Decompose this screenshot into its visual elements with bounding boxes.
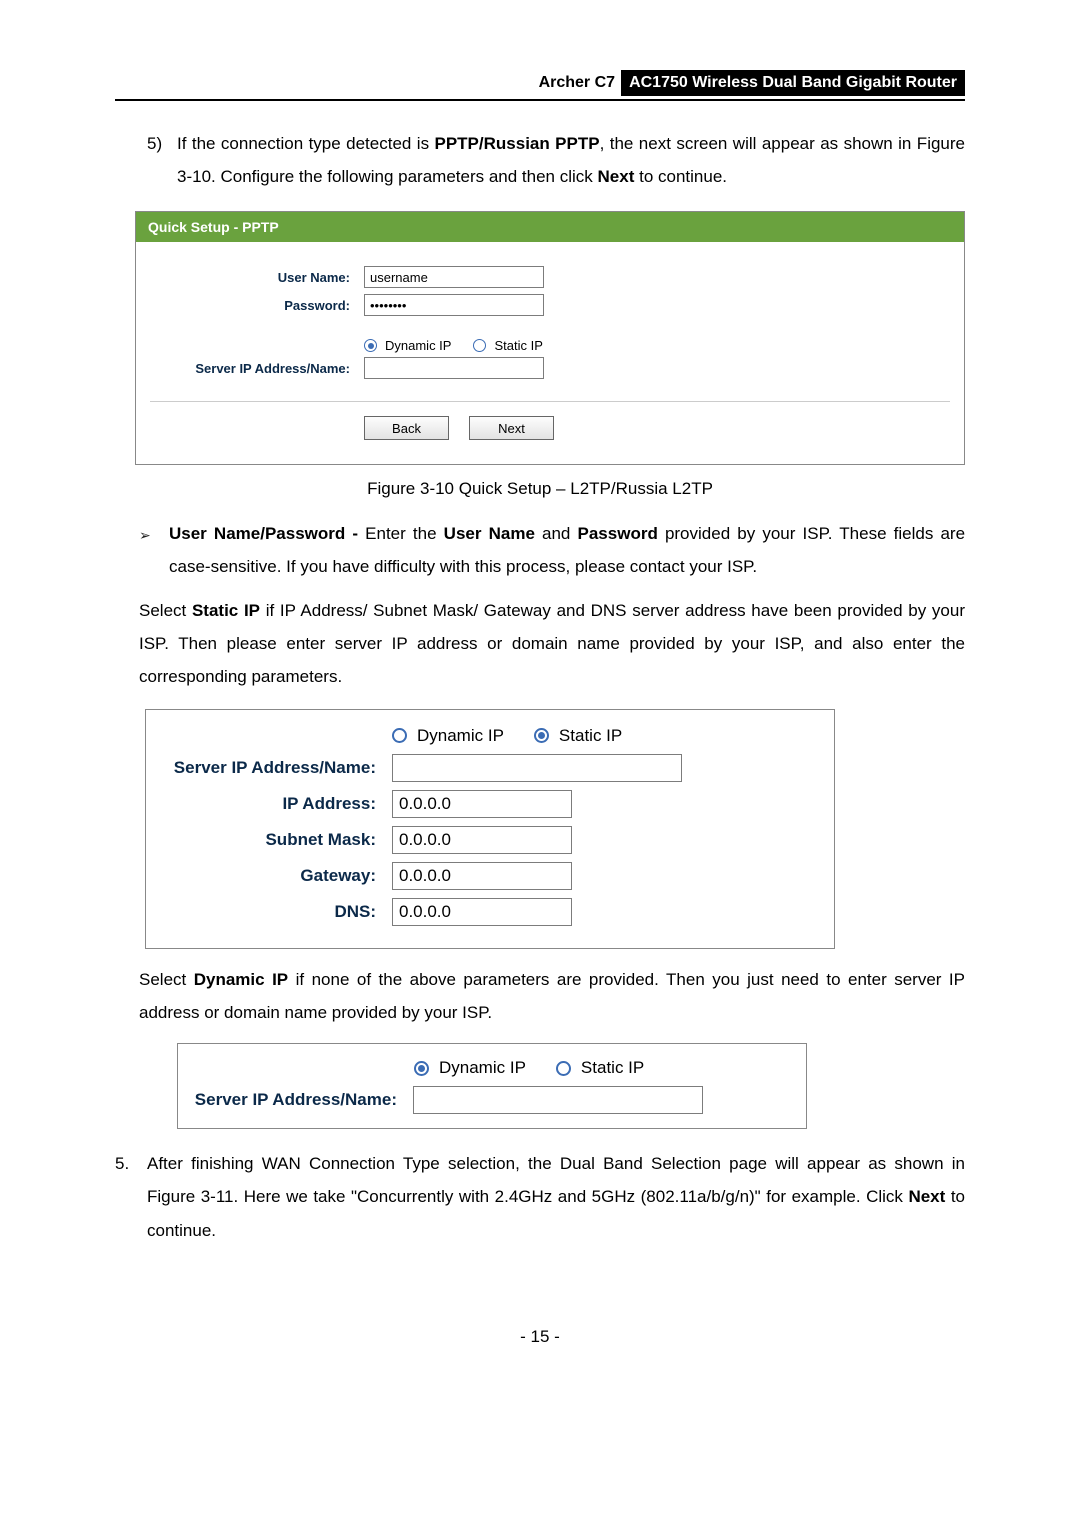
static-ip-radio[interactable] xyxy=(473,339,486,352)
text-bold: Password xyxy=(578,524,658,543)
dynamic-ip-radio[interactable] xyxy=(414,1061,429,1076)
static-ip-label: Static IP xyxy=(494,338,542,353)
figure-dynamic-panel: Dynamic IP Static IP Server IP Address/N… xyxy=(177,1043,807,1129)
gateway-input[interactable] xyxy=(392,862,572,890)
dns-label: DNS: xyxy=(160,902,376,922)
para-static-ip: Select Static IP if IP Address/ Subnet M… xyxy=(139,594,965,693)
dynamic-ip-radio[interactable] xyxy=(392,728,407,743)
text: Select xyxy=(139,970,194,989)
username-input[interactable] xyxy=(364,266,544,288)
text-bold: Next xyxy=(598,167,635,186)
server-ip-input[interactable] xyxy=(392,754,682,782)
chevron-icon: ➢ xyxy=(139,517,169,583)
subnet-mask-label: Subnet Mask: xyxy=(160,830,376,850)
text: and xyxy=(535,524,578,543)
dynamic-ip-label: Dynamic IP xyxy=(417,726,504,746)
page-header: Archer C7 AC1750 Wireless Dual Band Giga… xyxy=(115,70,965,101)
server-ip-label: Server IP Address/Name: xyxy=(160,758,376,778)
static-ip-radio[interactable] xyxy=(556,1061,571,1076)
panel-title: Quick Setup - PPTP xyxy=(136,212,964,242)
dynamic-ip-label: Dynamic IP xyxy=(439,1058,526,1078)
dynamic-ip-label: Dynamic IP xyxy=(385,338,451,353)
next-button[interactable]: Next xyxy=(469,416,554,440)
static-ip-radio[interactable] xyxy=(534,728,549,743)
text: if IP Address/ Subnet Mask/ Gateway and … xyxy=(139,601,965,686)
ip-address-label: IP Address: xyxy=(160,794,376,814)
step-5-main: 5. After finishing WAN Connection Type s… xyxy=(115,1147,965,1246)
bullet-user-password: ➢ User Name/Password - Enter the User Na… xyxy=(139,517,965,583)
text-bold: Next xyxy=(908,1187,945,1206)
back-button[interactable]: Back xyxy=(364,416,449,440)
static-ip-label: Static IP xyxy=(559,726,622,746)
divider xyxy=(150,401,950,402)
step-number: 5. xyxy=(115,1147,145,1246)
server-ip-label: Server IP Address/Name: xyxy=(192,1090,397,1110)
text-bold: Static IP xyxy=(192,601,260,620)
dns-input[interactable] xyxy=(392,898,572,926)
substep-number: 5) xyxy=(147,127,177,193)
text: Enter the xyxy=(365,524,444,543)
header-model: Archer C7 xyxy=(539,74,615,92)
substep-5: 5) If the connection type detected is PP… xyxy=(147,127,965,193)
dynamic-ip-radio[interactable] xyxy=(364,339,377,352)
text-bold: Dynamic IP xyxy=(194,970,288,989)
username-label: User Name: xyxy=(150,270,350,285)
gateway-label: Gateway: xyxy=(160,866,376,886)
page-number: - 15 - xyxy=(115,1327,965,1347)
text-bold: User Name xyxy=(444,524,535,543)
text-bold: PPTP/Russian PPTP xyxy=(435,134,600,153)
text: If the connection type detected is xyxy=(177,134,435,153)
subnet-mask-input[interactable] xyxy=(392,826,572,854)
ip-address-input[interactable] xyxy=(392,790,572,818)
text-bold: User Name/Password - xyxy=(169,524,365,543)
figure-caption: Figure 3-10 Quick Setup – L2TP/Russia L2… xyxy=(115,479,965,499)
para-dynamic-ip: Select Dynamic IP if none of the above p… xyxy=(139,963,965,1029)
text: Select xyxy=(139,601,192,620)
password-input[interactable] xyxy=(364,294,544,316)
static-ip-label: Static IP xyxy=(581,1058,644,1078)
page-container: Archer C7 AC1750 Wireless Dual Band Giga… xyxy=(0,0,1080,1527)
password-label: Password: xyxy=(150,298,350,313)
header-product: AC1750 Wireless Dual Band Gigabit Router xyxy=(621,70,965,96)
server-ip-label: Server IP Address/Name: xyxy=(150,361,350,376)
text: After finishing WAN Connection Type sele… xyxy=(147,1154,965,1206)
text: to continue. xyxy=(634,167,727,186)
figure-static-panel: Dynamic IP Static IP Server IP Address/N… xyxy=(145,709,835,949)
server-ip-input[interactable] xyxy=(364,357,544,379)
server-ip-input[interactable] xyxy=(413,1086,703,1114)
substep-text: If the connection type detected is PPTP/… xyxy=(177,127,965,193)
figure-pptp-panel: Quick Setup - PPTP User Name: Password: … xyxy=(135,211,965,465)
